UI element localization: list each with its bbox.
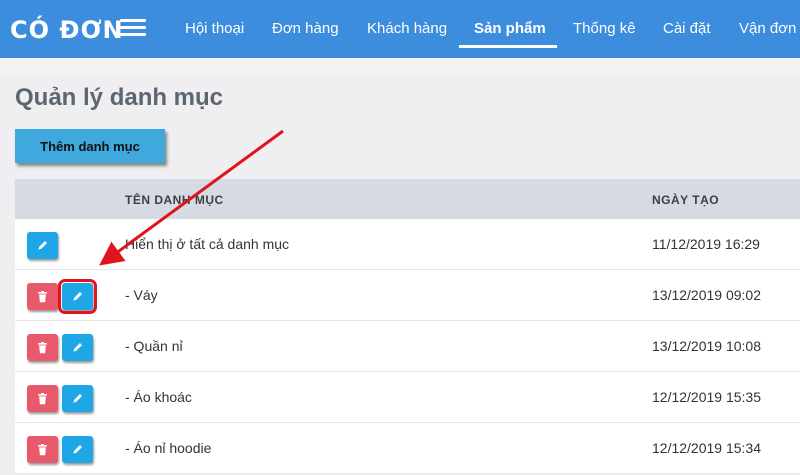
nav-item-conversations[interactable]: Hội thoại — [185, 20, 244, 37]
delete-button[interactable] — [27, 385, 58, 412]
edit-button[interactable] — [62, 334, 93, 361]
add-category-button[interactable]: Thêm danh mục — [15, 129, 165, 163]
category-name: - Quần nỉ — [125, 338, 183, 354]
category-name: - Áo nỉ hoodie — [125, 440, 212, 456]
nav-item-statistics[interactable]: Thống kê — [573, 20, 636, 37]
trash-icon — [38, 392, 47, 404]
table-row: - Quần nỉ 13/12/2019 10:08 — [15, 321, 800, 372]
created-date: 12/12/2019 15:35 — [652, 389, 761, 405]
table-header: TÊN DANH MỤC NGÀY TẠO — [15, 179, 800, 219]
delete-button[interactable] — [27, 436, 58, 463]
edit-button[interactable] — [62, 385, 93, 412]
created-date: 12/12/2019 15:34 — [652, 440, 761, 456]
edit-button[interactable] — [62, 436, 93, 463]
page-title: Quản lý danh mục — [15, 84, 224, 111]
pencil-icon — [73, 292, 82, 301]
edit-button[interactable] — [27, 232, 58, 259]
active-tab-indicator — [459, 45, 557, 48]
nav-item-products[interactable]: Sản phẩm — [474, 20, 546, 37]
category-name: - Váy — [125, 287, 158, 303]
delete-button[interactable] — [27, 334, 58, 361]
table-row: - Váy 13/12/2019 09:02 — [15, 270, 800, 321]
brand-logo[interactable]: CÓ ĐƠN — [10, 16, 124, 44]
trash-icon — [38, 443, 47, 455]
created-date: 11/12/2019 16:29 — [652, 236, 760, 252]
edit-button[interactable] — [58, 279, 97, 314]
nav-item-settings[interactable]: Cài đặt — [663, 20, 711, 37]
table-row: - Áo khoác 12/12/2019 15:35 — [15, 372, 800, 423]
hamburger-menu-icon[interactable] — [120, 19, 146, 37]
trash-icon — [38, 341, 47, 353]
category-name: Hiển thị ở tất cả danh mục — [125, 236, 290, 252]
pencil-icon — [73, 445, 82, 454]
category-table: TÊN DANH MỤC NGÀY TẠO Hiển thị ở tất cả … — [15, 179, 800, 474]
nav-item-orders[interactable]: Đơn hàng — [272, 20, 339, 37]
table-row: Hiển thị ở tất cả danh mục 11/12/2019 16… — [15, 219, 800, 270]
created-date: 13/12/2019 09:02 — [652, 287, 761, 303]
top-navbar: CÓ ĐƠN Hội thoại Đơn hàng Khách hàng Sản… — [0, 0, 800, 58]
nav-item-customers[interactable]: Khách hàng — [367, 20, 447, 37]
pencil-icon — [38, 241, 47, 250]
pencil-icon — [73, 394, 82, 403]
pencil-icon — [73, 343, 82, 352]
column-header-date: NGÀY TẠO — [652, 193, 720, 207]
column-header-name: TÊN DANH MỤC — [125, 193, 224, 207]
trash-icon — [38, 290, 47, 302]
category-name: - Áo khoác — [125, 389, 192, 405]
created-date: 13/12/2019 10:08 — [652, 338, 761, 354]
delete-button[interactable] — [27, 283, 58, 310]
nav-item-shipping[interactable]: Vận đơn — [739, 20, 796, 37]
table-row: - Áo nỉ hoodie 12/12/2019 15:34 — [15, 423, 800, 474]
